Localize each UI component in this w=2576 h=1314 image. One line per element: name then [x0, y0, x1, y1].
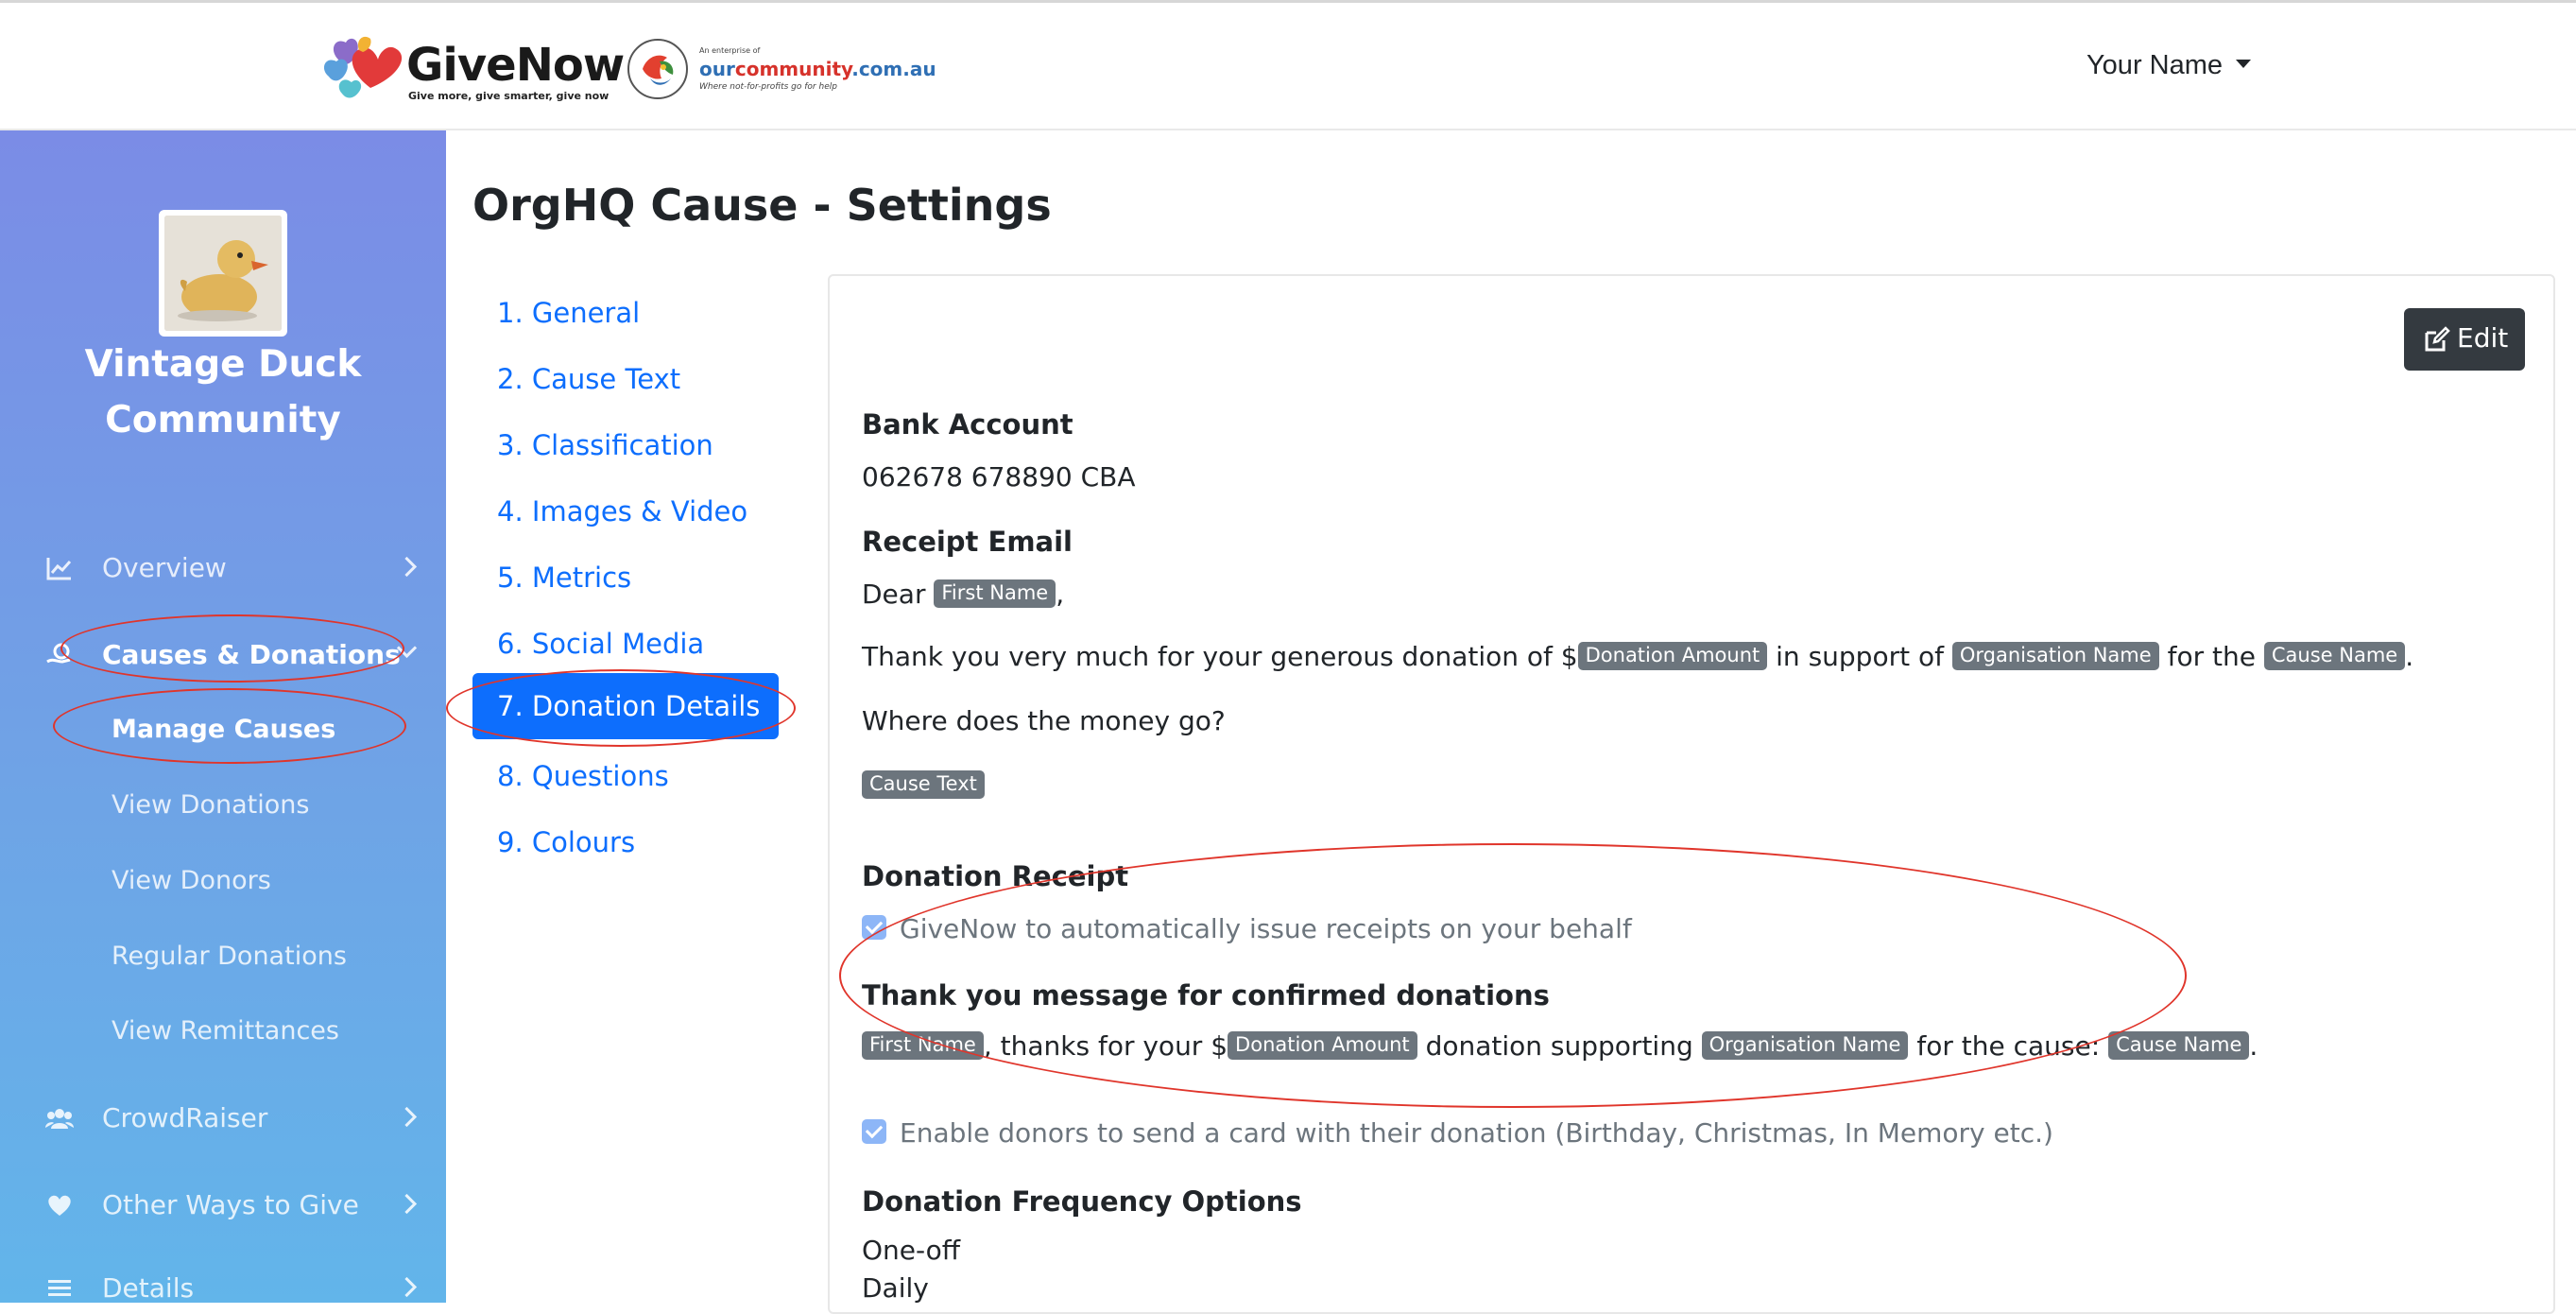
sidebar-item-label: Overview [102, 552, 227, 583]
send-card-label: Enable donors to send a card with their … [900, 1117, 2053, 1149]
top-navbar: GiveNow Give more, give smarter, give no… [0, 0, 2576, 130]
frequency-option: One-off [862, 1235, 961, 1266]
auto-receipt-checkbox[interactable] [862, 915, 886, 940]
donation-receipt-heading: Donation Receipt [862, 860, 1129, 892]
org-name: Vintage Duck Community [84, 343, 362, 441]
bank-account-heading: Bank Account [862, 408, 1073, 441]
sidebar-item-label: CrowdRaiser [102, 1102, 268, 1133]
donation-details-card [828, 274, 2555, 1314]
sidebar-subitem-view-donors[interactable]: View Donors [112, 866, 271, 895]
donation-amount-token: Donation Amount [1228, 1031, 1417, 1060]
receipt-email-heading: Receipt Email [862, 526, 1073, 558]
hand-coin-icon [46, 643, 71, 664]
receipt-email-thanks: Thank you very much for your generous do… [862, 641, 2414, 672]
step-general[interactable]: 1. General [472, 280, 779, 346]
sidebar-item-label: Details [102, 1272, 195, 1304]
ourcommunity-wordmark: ourcommunity.com.au [699, 58, 936, 80]
sidebar-item-overview[interactable]: Overview [45, 545, 418, 592]
sidebar-subitem-view-donations[interactable]: View Donations [112, 790, 309, 820]
first-name-token: First Name [862, 1031, 984, 1060]
donation-amount-token: Donation Amount [1577, 642, 1768, 670]
sidebar-subitem-regular-donations[interactable]: Regular Donations [112, 942, 347, 971]
givenow-tagline: Give more, give smarter, give now [408, 90, 610, 102]
sidebar-item-label: Causes & Donations [102, 639, 401, 670]
step-questions[interactable]: 8. Questions [472, 743, 779, 809]
ourcommunity-logo[interactable]: An enterprise of ourcommunity.com.au Whe… [627, 37, 936, 105]
organisation-name-token: Organisation Name [1701, 1031, 1909, 1060]
frequency-options-heading: Donation Frequency Options [862, 1185, 1302, 1218]
heart-icon [48, 1195, 71, 1216]
ourcommunity-tagline: Where not-for-profits go for help [699, 82, 837, 92]
ourcommunity-emblem-icon [627, 39, 688, 99]
cause-text-token: Cause Text [862, 770, 985, 799]
step-images-video[interactable]: 4. Images & Video [472, 478, 779, 545]
org-avatar [159, 210, 287, 337]
edit-icon [2425, 326, 2450, 352]
cause-name-token: Cause Name [2263, 642, 2406, 670]
step-social-media[interactable]: 6. Social Media [472, 611, 779, 677]
step-metrics[interactable]: 5. Metrics [472, 545, 779, 611]
sidebar-subitem-manage-causes[interactable]: Manage Causes [112, 715, 335, 744]
sidebar-item-other-ways-to-give[interactable]: Other Ways to Give [45, 1182, 418, 1229]
first-name-token: First Name [934, 579, 1056, 608]
step-classification[interactable]: 3. Classification [472, 412, 779, 478]
user-menu-dropdown[interactable]: Your Name [2087, 50, 2252, 81]
sidebar-subitem-view-remittances[interactable]: View Remittances [112, 1016, 339, 1046]
auto-receipt-label: GiveNow to automatically issue receipts … [900, 913, 1632, 944]
sidebar-item-details[interactable]: Details [45, 1265, 418, 1312]
cause-name-token: Cause Name [2108, 1031, 2250, 1060]
receipt-email-greeting: Dear First Name, [862, 579, 1065, 610]
rubber-duck-icon [164, 216, 282, 331]
page-title: OrgHQ Cause - Settings [472, 180, 1052, 231]
confirmed-message-heading: Thank you message for confirmed donation… [862, 979, 1550, 1011]
chevron-right-icon [396, 556, 418, 578]
receipt-email-where-money: Where does the money go? [862, 705, 1226, 736]
auto-receipt-option: GiveNow to automatically issue receipts … [862, 913, 1632, 944]
step-cause-text[interactable]: 2. Cause Text [472, 346, 779, 412]
givenow-logo[interactable]: GiveNow Give more, give smarter, give no… [321, 31, 625, 107]
bank-account-value: 062678 678890 CBA [862, 461, 1136, 493]
sidebar-item-crowdraiser[interactable]: CrowdRaiser [45, 1095, 418, 1142]
sidebar: Vintage Duck Community Overview Causes &… [0, 130, 446, 1304]
frequency-option: Daily [862, 1272, 929, 1304]
sidebar-item-label: Other Ways to Give [102, 1189, 359, 1220]
givenow-heart-icon [323, 36, 403, 98]
send-card-checkbox[interactable] [862, 1119, 886, 1144]
confirmed-message-text: First Name, thanks for your $ Donation Am… [862, 1030, 2258, 1062]
organisation-name-token: Organisation Name [1951, 642, 2159, 670]
chevron-right-icon [396, 1276, 418, 1298]
list-icon [48, 1280, 71, 1296]
edit-button-label: Edit [2457, 322, 2509, 354]
caret-down-icon [2236, 59, 2252, 68]
chevron-right-icon [396, 1106, 418, 1128]
receipt-email-cause-text: Cause Text [862, 769, 985, 801]
edit-button[interactable]: Edit [2404, 308, 2525, 371]
ourcommunity-enterprise-text: An enterprise of [699, 46, 761, 55]
user-menu-label: Your Name [2087, 50, 2224, 80]
step-donation-details[interactable]: 7. Donation Details [472, 673, 779, 739]
step-colours[interactable]: 9. Colours [472, 809, 779, 875]
users-icon [45, 1109, 74, 1129]
chevron-right-icon [396, 1193, 418, 1215]
sidebar-item-causes-donations[interactable]: Causes & Donations [45, 631, 418, 679]
card-option: Enable donors to send a card with their … [862, 1117, 2053, 1149]
givenow-wordmark: GiveNow [406, 39, 625, 92]
chart-line-icon [46, 558, 72, 580]
